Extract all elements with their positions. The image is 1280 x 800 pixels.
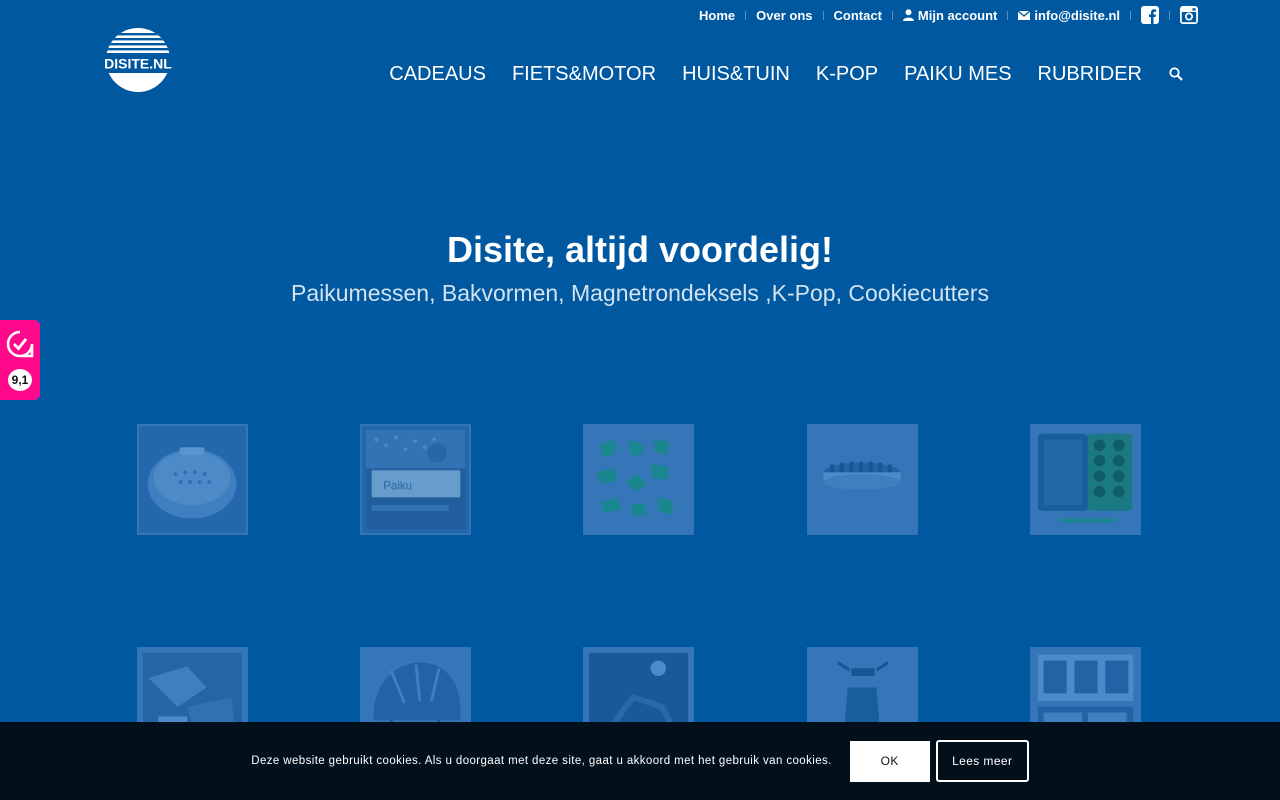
cookie-consent-bar: Deze website gebruikt cookies. Als u doo… bbox=[0, 722, 1280, 800]
home-link[interactable]: Home bbox=[699, 8, 735, 23]
main-navigation: CADEAUS FIETS&MOTOR HUIS&TUIN K-POP PAIK… bbox=[363, 62, 1184, 86]
cake-tin-icon bbox=[809, 426, 916, 533]
cookie-message: Deze website gebruikt cookies. Als u doo… bbox=[251, 755, 832, 767]
hero-title: Disite, altijd voordelig! bbox=[446, 229, 834, 270]
mijn-account-label: Mijn account bbox=[917, 7, 998, 23]
email-link[interactable]: info@disite.nl bbox=[1018, 8, 1120, 23]
instagram-icon[interactable] bbox=[1180, 6, 1198, 24]
dinosaur-cookiecutters-icon bbox=[585, 426, 692, 533]
hero-subtitle: Paikumessen, Bakvormen, Magnetrondeksels… bbox=[291, 280, 989, 306]
cookie-ok-button[interactable]: OK bbox=[849, 740, 930, 782]
logo-text: DISITE.NL bbox=[104, 56, 172, 72]
paiku-knife-icon: Paiku bbox=[365, 429, 466, 530]
nav-item-rubrider[interactable]: RUBRIDER bbox=[1038, 63, 1142, 86]
nav-item-huis-tuin[interactable]: HUIS&TUIN bbox=[682, 63, 790, 86]
divider bbox=[1130, 10, 1131, 20]
mail-icon bbox=[1018, 10, 1031, 20]
product-tile-paiku-knife[interactable]: Paiku bbox=[360, 424, 471, 535]
top-utility-bar: Home Over ons Contact Mijn account info@… bbox=[699, 6, 1198, 24]
nav-item-paiku-mes[interactable]: PAIKU MES bbox=[904, 63, 1011, 86]
search-icon[interactable] bbox=[1168, 66, 1184, 82]
review-check-icon bbox=[6, 330, 34, 357]
cookie-read-more-button[interactable]: Lees meer bbox=[935, 740, 1029, 782]
divider bbox=[891, 10, 893, 20]
site-logo[interactable]: DISITE.NL bbox=[103, 27, 173, 93]
review-badge[interactable]: 9,1 bbox=[0, 320, 40, 400]
product-tile-microwave-cover[interactable] bbox=[137, 424, 248, 535]
nav-item-fiets-motor[interactable]: FIETS&MOTOR bbox=[512, 63, 656, 86]
divider bbox=[1169, 10, 1170, 20]
over-ons-link[interactable]: Over ons bbox=[756, 8, 812, 23]
nav-item-k-pop[interactable]: K-POP bbox=[816, 63, 878, 86]
svg-text:Paiku: Paiku bbox=[383, 481, 412, 493]
baking-mold-icon bbox=[1032, 426, 1139, 533]
facebook-icon[interactable] bbox=[1141, 6, 1159, 24]
mijn-account-link[interactable]: Mijn account bbox=[902, 7, 998, 23]
product-tile-dinosaur-cookiecutters[interactable] bbox=[583, 424, 694, 535]
product-tile-cake-tin[interactable] bbox=[807, 424, 918, 535]
contact-link[interactable]: Contact bbox=[834, 8, 882, 23]
review-score: 9,1 bbox=[8, 368, 32, 391]
product-tile-baking-mold[interactable] bbox=[1030, 424, 1141, 535]
nav-item-cadeaus[interactable]: CADEAUS bbox=[389, 63, 486, 86]
microwave-cover-icon bbox=[147, 447, 237, 519]
divider bbox=[745, 10, 747, 20]
user-icon bbox=[902, 9, 914, 21]
divider bbox=[1007, 10, 1009, 20]
divider bbox=[822, 10, 824, 20]
email-label: info@disite.nl bbox=[1034, 7, 1120, 23]
